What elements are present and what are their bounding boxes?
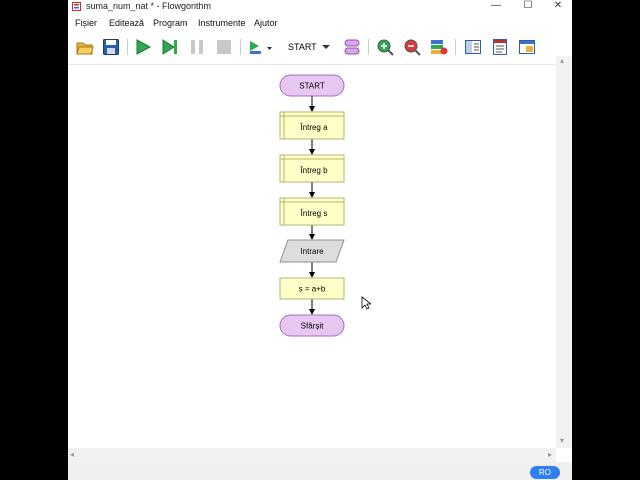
scroll-left-icon[interactable]: ◂ [70, 450, 74, 459]
menu-file[interactable]: Fișier [75, 18, 97, 28]
horizontal-scrollbar[interactable]: ◂ ▸ [68, 448, 556, 462]
layout-icon[interactable] [343, 38, 361, 56]
close-button[interactable]: ✕ [544, 0, 572, 13]
menu-help[interactable]: Ajutor [254, 18, 278, 28]
flowchart-canvas[interactable]: START Întreg a Întreg b Întreg s Intrare… [68, 64, 556, 447]
toolbar: START [68, 33, 572, 60]
window-title: suma_num_nat * - Flowgorithm [86, 1, 212, 11]
input-label: Intrare [300, 247, 324, 256]
toolbar-separator [240, 39, 241, 55]
end-label: Sfârșit [301, 322, 324, 331]
declare-label: Întreg b [299, 166, 328, 175]
zoom-out-icon[interactable] [403, 38, 421, 56]
end-node[interactable]: Sfârșit [279, 314, 345, 337]
pause-icon[interactable] [188, 38, 206, 56]
assign-node[interactable]: s = a+b [279, 277, 345, 300]
assign-label: s = a+b [299, 285, 326, 294]
declare-node[interactable]: Întreg s [279, 197, 345, 226]
chevron-down-icon[interactable] [266, 38, 274, 56]
panel-code-icon[interactable] [491, 38, 509, 56]
toolbar-separator [368, 39, 369, 55]
scroll-up-icon[interactable]: ▴ [560, 56, 564, 65]
toolbar-separator [127, 39, 128, 55]
declare-node[interactable]: Întreg a [279, 111, 345, 140]
flowchart: START Întreg a Întreg b Întreg s Intrare… [279, 74, 345, 337]
menu-bar: Fișier Editează Program Instrumente Ajut… [68, 16, 572, 31]
run-icon[interactable] [134, 38, 152, 56]
function-select-value: START [288, 42, 317, 52]
panel-console-icon[interactable] [518, 38, 536, 56]
declare-label: Întreg s [300, 209, 328, 218]
minimize-button[interactable]: — [482, 0, 510, 13]
toolbar-separator [455, 39, 456, 55]
mouse-cursor-icon [361, 296, 371, 310]
function-select[interactable]: START [283, 39, 333, 55]
language-badge[interactable]: RO [530, 466, 560, 479]
input-node[interactable]: Intrare [279, 239, 345, 263]
declare-node[interactable]: Întreg b [279, 154, 345, 183]
start-label: START [299, 82, 325, 91]
open-folder-icon[interactable] [76, 38, 94, 56]
stop-icon[interactable] [215, 38, 233, 56]
scroll-down-icon[interactable]: ▾ [560, 436, 564, 445]
status-bar: RO [68, 462, 572, 480]
vertical-scrollbar[interactable]: ▴ ▾ [556, 56, 572, 448]
start-node[interactable]: START [279, 74, 345, 97]
declare-label: Întreg a [299, 123, 328, 132]
maximize-button[interactable]: ☐ [514, 0, 542, 13]
menu-edit[interactable]: Editează [109, 18, 144, 28]
flowgorithm-app-icon [72, 2, 81, 11]
save-icon[interactable] [102, 38, 120, 56]
zoom-in-icon[interactable] [376, 38, 394, 56]
chevron-down-icon [322, 45, 330, 49]
step-icon[interactable] [161, 38, 179, 56]
title-bar: suma_num_nat * - Flowgorithm — ☐ ✕ [68, 0, 572, 13]
menu-tools[interactable]: Instrumente [198, 18, 246, 28]
app-window: suma_num_nat * - Flowgorithm — ☐ ✕ Fișie… [68, 0, 572, 480]
panel-left-icon[interactable] [464, 38, 482, 56]
add-shape-icon[interactable] [430, 38, 448, 56]
scroll-right-icon[interactable]: ▸ [548, 450, 552, 459]
run-to-icon[interactable] [248, 38, 266, 56]
menu-program[interactable]: Program [153, 18, 188, 28]
